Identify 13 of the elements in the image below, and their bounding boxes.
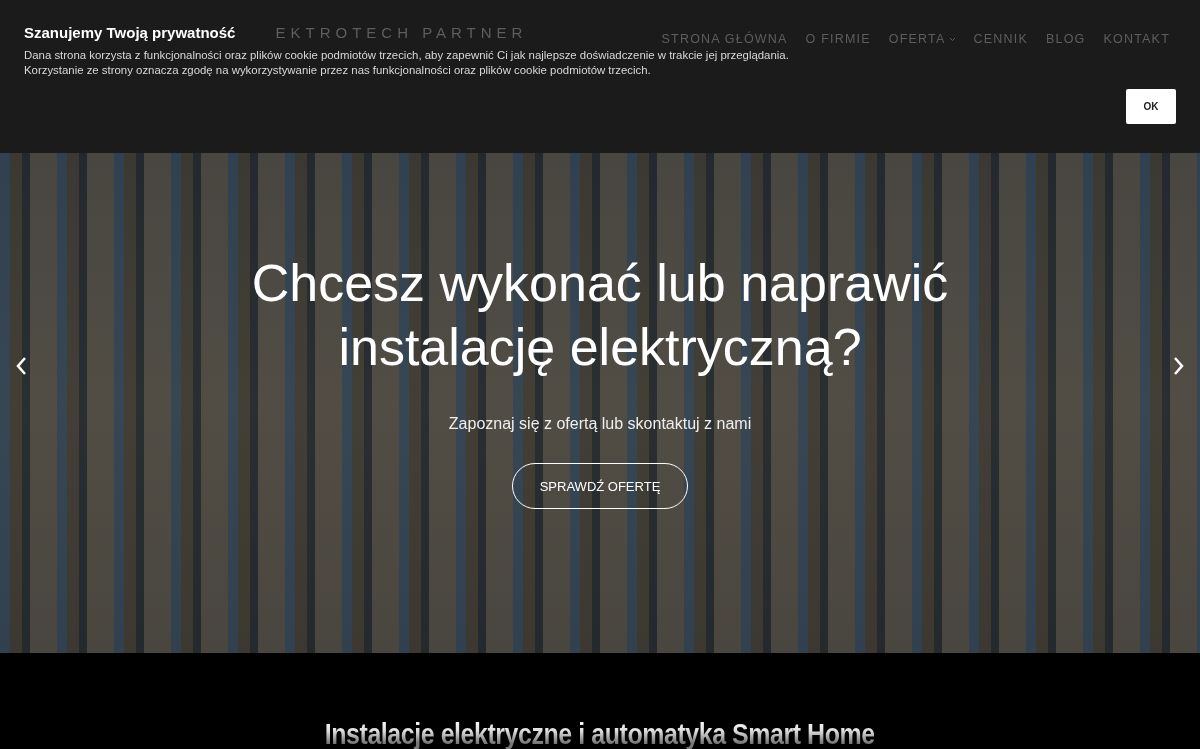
nav-link[interactable]: STRONA GŁÓWNA: [661, 32, 788, 46]
logo-text: EKTROTECH PARTNER: [275, 23, 528, 41]
cookie-title: Szanujemy Twoją prywatność: [24, 23, 236, 41]
nav-link[interactable]: CENNIK: [973, 32, 1028, 46]
nav-link[interactable]: BLOG: [1045, 32, 1086, 46]
nav-link[interactable]: O FIRMIE: [805, 32, 871, 46]
cookie-text: Dana strona korzysta z funkcjonalności oraz plików cookie podmiotów trzecich, aby zapewnić Ci jak najlepsze doświadczenie w trakcie jej przeglądania. Korzystanie ze strony oznacza zgodę na wykorzystywanie przez nas funkcjonalności oraz plików cookie podmiotów trzecich.: [24, 48, 790, 78]
nav-link[interactable]: KONTAKT: [1103, 32, 1170, 46]
caret-icon: [948, 36, 956, 42]
nav-link[interactable]: OFERTA: [888, 32, 956, 46]
hero-headline: Chcesz wykonać lub naprawić instalację elektryczną?: [250, 253, 950, 378]
hero-subtitle: Zapoznaj się z ofertą lub skontaktuj z nami: [448, 415, 752, 433]
ok-button[interactable]: OK: [1126, 89, 1176, 124]
